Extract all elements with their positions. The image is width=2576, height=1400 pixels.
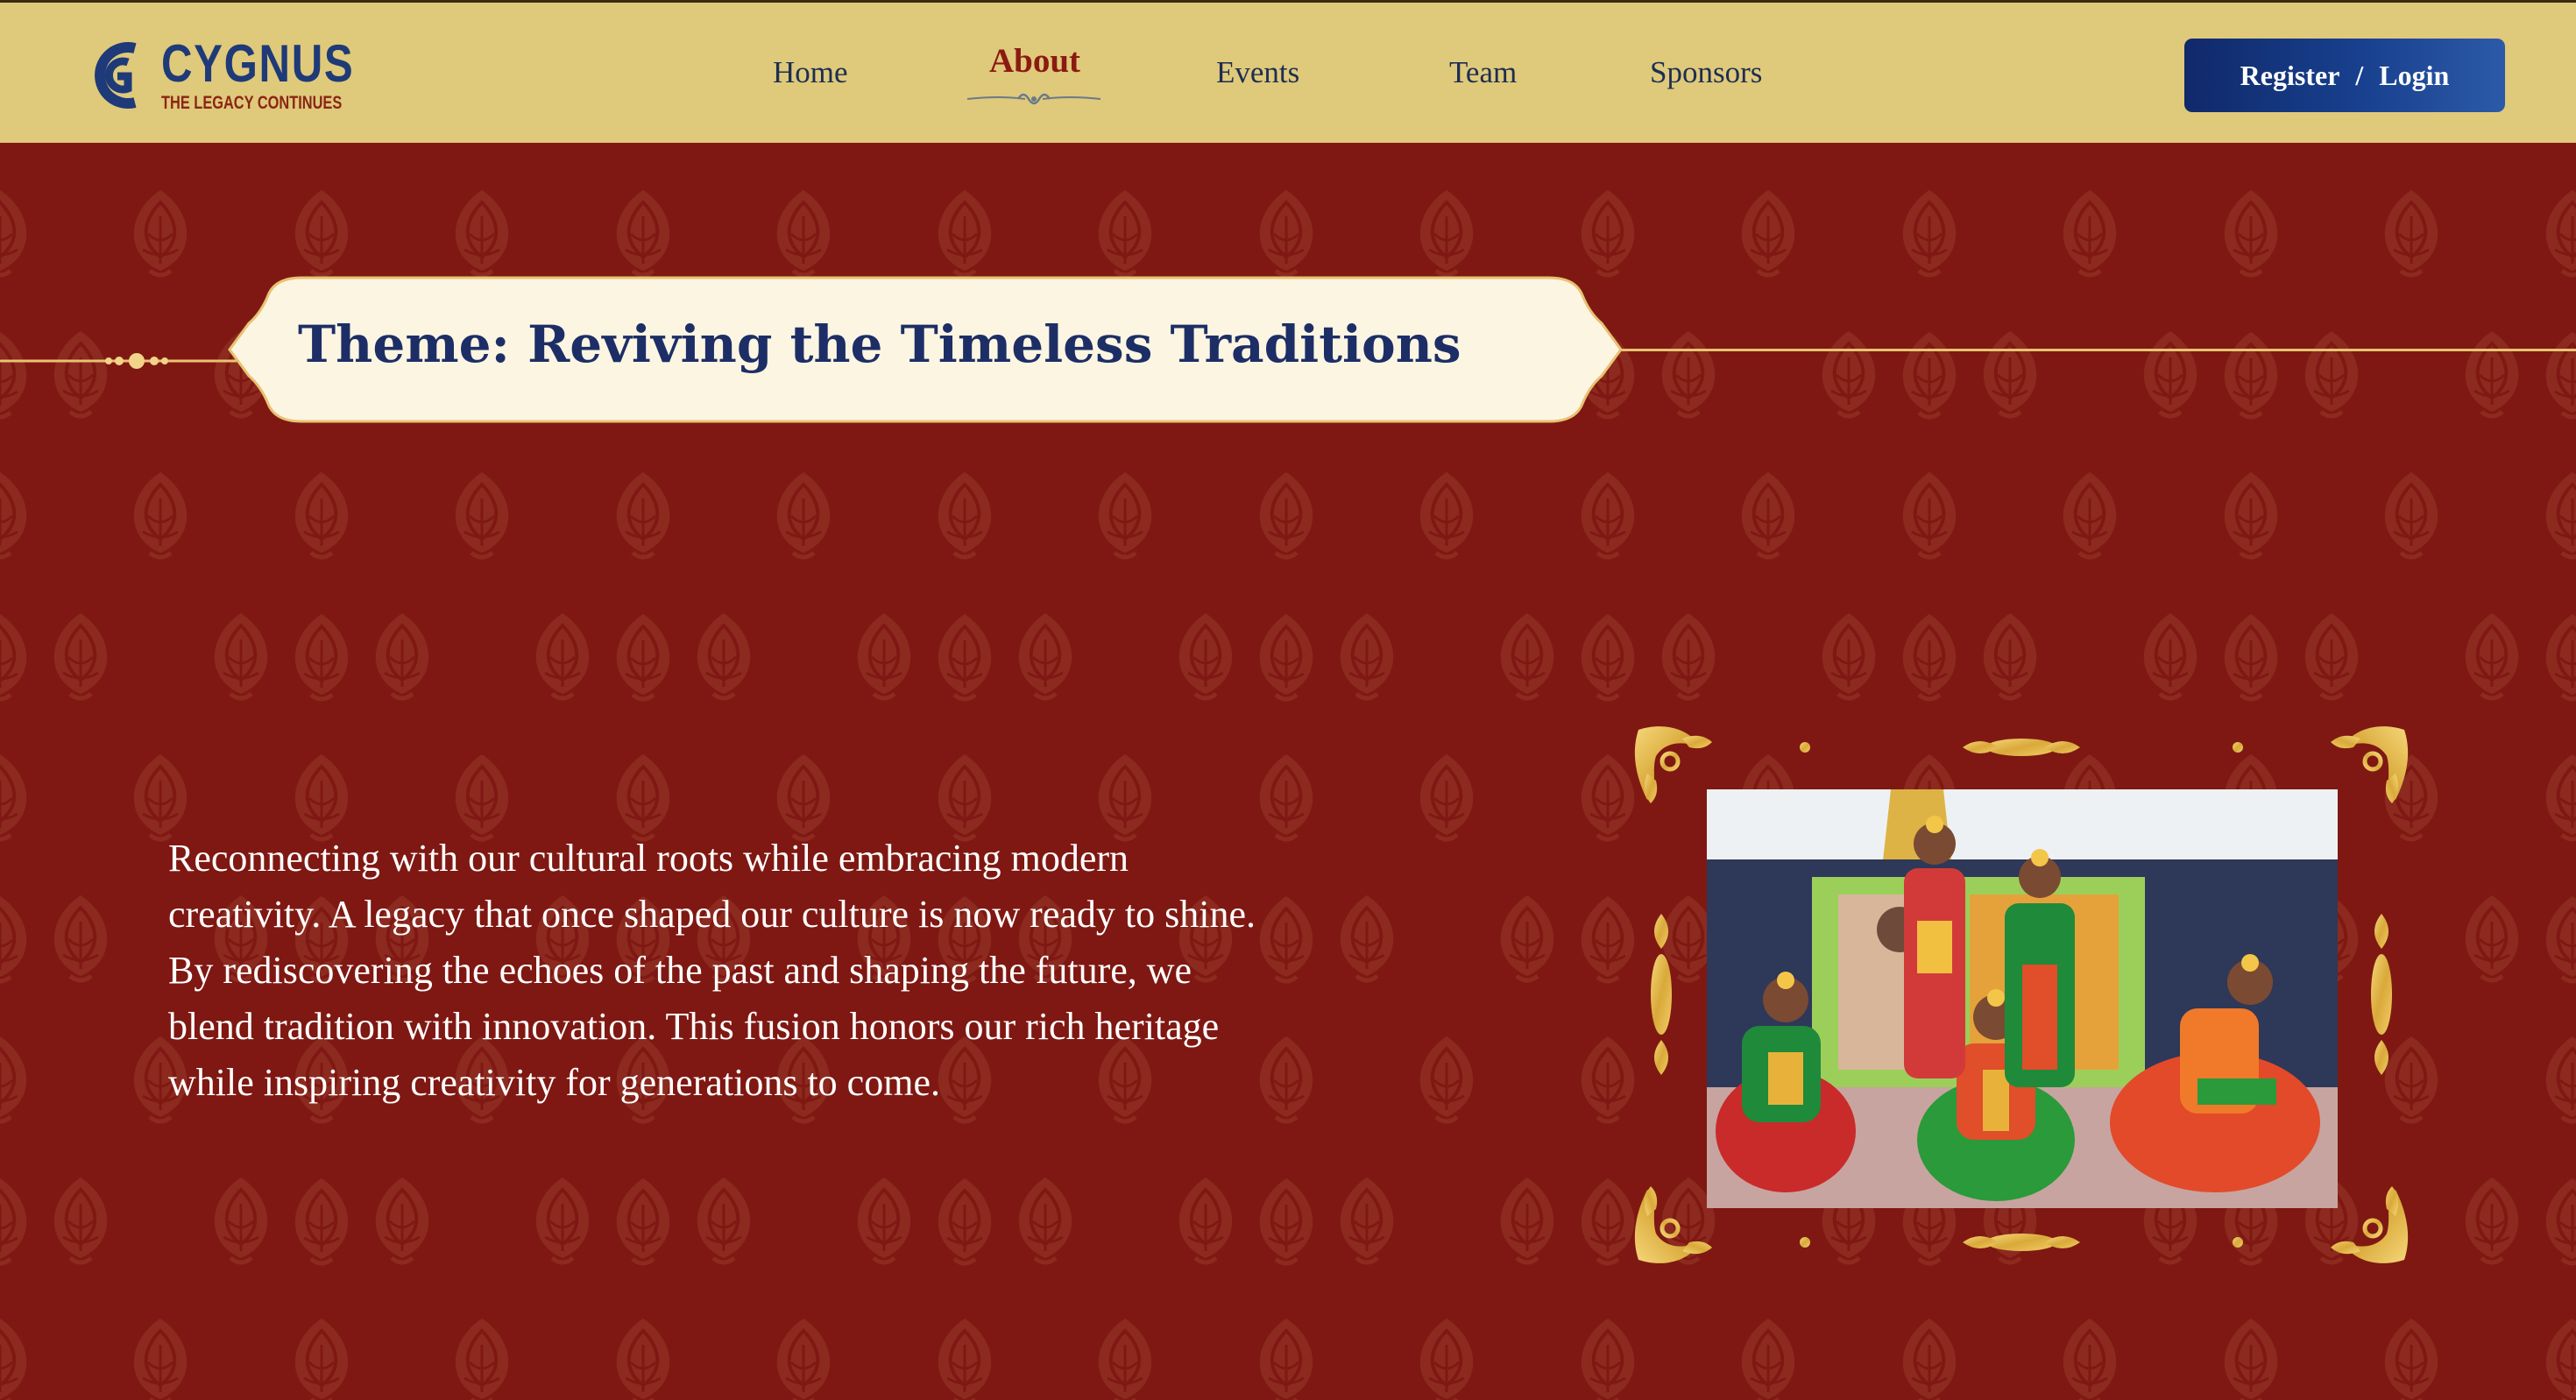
- ornament-underline-icon: [966, 93, 1101, 105]
- about-section: Theme: Reviving the Timeless Traditions …: [0, 143, 2576, 1400]
- logo-title: CYGNUS: [161, 34, 355, 93]
- logo-tagline: THE LEGACY CONTINUES: [161, 93, 343, 113]
- nav-team[interactable]: Team: [1449, 55, 1517, 90]
- theme-title: Theme: Reviving the Timeless Traditions: [298, 315, 1461, 374]
- nav-events[interactable]: Events: [1216, 55, 1299, 90]
- auth-separator: /: [2355, 59, 2364, 91]
- register-label[interactable]: Register: [2240, 60, 2340, 92]
- ornament-divider-line: [1612, 349, 2576, 351]
- register-login-button[interactable]: Register / Login: [2184, 39, 2505, 112]
- theme-description: Reconnecting with our cultural roots whi…: [168, 837, 1256, 1104]
- nav-home[interactable]: Home: [773, 55, 848, 90]
- ornament-divider-icon: [0, 353, 237, 369]
- logo[interactable]: CYGNUS THE LEGACY CONTINUES: [86, 36, 353, 120]
- cygnus-logo-icon: [95, 42, 137, 109]
- login-label[interactable]: Login: [2379, 60, 2449, 92]
- navbar: CYGNUS THE LEGACY CONTINUES Home About E…: [0, 0, 2576, 143]
- nav-about[interactable]: About: [989, 41, 1080, 81]
- dancers-photo: [1707, 789, 2338, 1208]
- nav-sponsors[interactable]: Sponsors: [1650, 55, 1762, 90]
